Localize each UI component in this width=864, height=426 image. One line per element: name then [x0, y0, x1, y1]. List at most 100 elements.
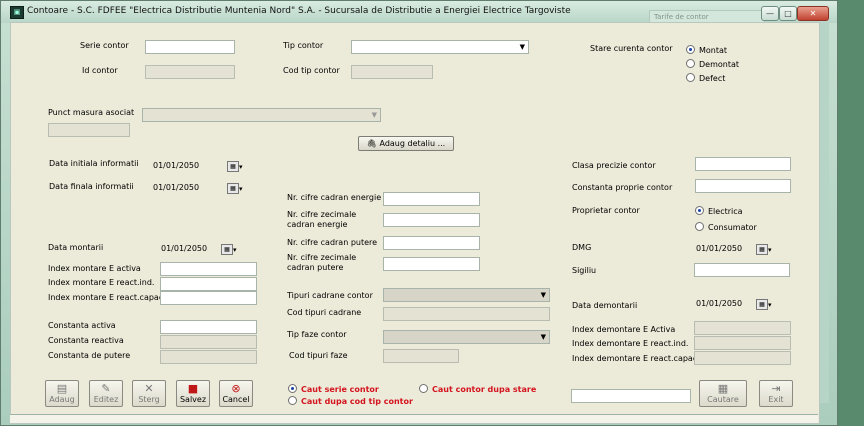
caut-serie-radio[interactable]: Caut serie contor [288, 384, 379, 395]
nr-zecimale-energie-input[interactable] [383, 213, 480, 227]
chevron-down-icon[interactable]: ▾ [768, 298, 772, 312]
data-finala-picker[interactable]: 01/01/2050 ▦ ▾ [149, 181, 249, 195]
cautare-label: Cautare [707, 395, 739, 404]
proprietar-electrica-label: Electrica [708, 207, 743, 216]
nr-zecimale-putere-input[interactable] [383, 257, 480, 271]
stare-defect-radio[interactable]: Defect [686, 73, 725, 84]
tip-faze-label: Tip faze contor [287, 330, 347, 339]
proprietar-electrica-radio[interactable]: Electrica [695, 206, 743, 217]
index-montare-react-capacit-input[interactable] [160, 291, 257, 305]
cancel-label: Cancel [222, 395, 250, 404]
index-montare-react-ind-input[interactable] [160, 277, 257, 291]
chevron-down-icon: ▼ [371, 111, 377, 119]
app-icon: ▣ [10, 6, 24, 19]
constanta-putere-input [160, 350, 257, 364]
chevron-down-icon[interactable]: ▾ [233, 243, 237, 257]
calendar-icon[interactable]: ▦ [756, 299, 768, 310]
constanta-proprie-input[interactable] [695, 179, 791, 193]
caut-serie-label: Caut serie contor [301, 385, 379, 394]
calendar-icon[interactable]: ▦ [227, 161, 239, 172]
chevron-down-icon[interactable]: ▾ [768, 243, 772, 257]
adaug-label: Adaug [49, 395, 75, 404]
cod-tipuri-cadrane-label: Cod tipuri cadrane [287, 308, 362, 317]
clasa-precizie-input[interactable] [695, 157, 791, 171]
index-montare-activa-label: Index montare E activa [48, 264, 141, 273]
title-bar[interactable]: ▣ Contoare - S.C. FDFEE "Electrica Distr… [1, 1, 837, 24]
data-montarii-picker[interactable]: 01/01/2050 ▦ ▾ [157, 242, 257, 256]
serie-contor-input[interactable] [145, 40, 235, 54]
maximize-icon[interactable]: □ [779, 6, 797, 21]
constanta-reactiva-label: Constanta reactiva [48, 336, 124, 345]
nr-cifre-energie-input[interactable] [383, 192, 480, 206]
calendar-icon[interactable]: ▦ [221, 244, 233, 255]
radio-checked-icon [288, 384, 297, 393]
constanta-activa-input[interactable] [160, 320, 257, 334]
clasa-precizie-label: Clasa precizie contor [572, 161, 656, 170]
chevron-down-icon[interactable]: ▾ [239, 160, 243, 174]
data-montarii-label: Data montarii [48, 243, 104, 252]
chevron-down-icon[interactable]: ▾ [239, 182, 243, 196]
tip-contor-select[interactable]: ▼ [351, 40, 529, 54]
window-title: Contoare - S.C. FDFEE "Electrica Distrib… [27, 6, 571, 16]
tip-contor-label: Tip contor [283, 41, 324, 50]
index-montare-activa-input[interactable] [160, 262, 257, 276]
sigiliu-input[interactable] [694, 263, 790, 277]
salvez-label: Salvez [179, 395, 207, 404]
cautare-button[interactable]: ▦ Cautare [699, 380, 747, 407]
exit-icon: ⇥ [771, 382, 781, 395]
calendar-icon[interactable]: ▦ [756, 244, 768, 255]
index-demontare-react-capacit-input [694, 351, 791, 365]
chevron-down-icon: ▼ [540, 291, 546, 299]
stare-curenta-label: Stare curenta contor [590, 44, 673, 53]
close-icon[interactable]: ✕ [797, 6, 829, 21]
calendar-icon[interactable]: ▦ [227, 183, 239, 194]
editez-button[interactable]: ✎ Editez [89, 380, 123, 407]
nr-zecimale-putere-label-2: cadran putere [287, 263, 344, 272]
adaug-detaliu-label: Adaug detaliu ... [379, 139, 446, 148]
dmg-picker[interactable]: 01/01/2050 ▦ ▾ [692, 242, 792, 256]
data-demontarii-picker[interactable]: 01/01/2050 ▦ ▾ [692, 297, 792, 311]
data-initiala-label: Data initiala informatii [49, 159, 139, 168]
dmg-label: DMG [572, 243, 592, 252]
search-icon: ▦ [717, 382, 729, 395]
cod-tip-contor-input [351, 65, 433, 79]
dmg-value: 01/01/2050 [696, 244, 743, 253]
constanta-proprie-label: Constanta proprie contor [572, 183, 673, 192]
search-input[interactable] [571, 389, 691, 403]
caut-cod-tip-radio[interactable]: Caut dupa cod tip contor [288, 396, 413, 407]
cancel-button[interactable]: ⊗ Cancel [219, 380, 253, 407]
exit-label: Exit [768, 395, 784, 404]
minimize-icon[interactable]: — [761, 6, 779, 21]
stare-demontat-radio[interactable]: Demontat [686, 59, 739, 70]
delete-icon: ✕ [144, 382, 154, 395]
sterg-button[interactable]: ✕ Sterg [132, 380, 166, 407]
tip-faze-select[interactable]: ▼ [383, 330, 550, 344]
caut-stare-label: Caut contor dupa stare [432, 385, 537, 394]
punct-masura-code-input [48, 123, 130, 137]
adaug-detaliu-button[interactable]: 🖇 Adaug detaliu ... [358, 136, 454, 151]
editez-label: Editez [93, 395, 119, 404]
add-detail-icon: 🖇 [366, 139, 380, 148]
chevron-down-icon: ▼ [540, 333, 546, 341]
proprietar-consumator-radio[interactable]: Consumator [695, 222, 757, 233]
index-demontare-activa-label: Index demontare E Activa [572, 325, 676, 334]
adaug-button[interactable]: ▤ Adaug [45, 380, 79, 407]
proprietar-consumator-label: Consumator [708, 223, 757, 232]
nr-zecimale-energie-label-1: Nr. cifre zecimale [287, 210, 357, 219]
stare-montat-radio[interactable]: Montat [686, 45, 727, 56]
data-initiala-picker[interactable]: 01/01/2050 ▦ ▾ [149, 159, 249, 173]
sterg-label: Sterg [138, 395, 160, 404]
data-finala-value: 01/01/2050 [153, 183, 200, 192]
radio-unchecked-icon [695, 222, 704, 231]
exit-button[interactable]: ⇥ Exit [759, 380, 793, 407]
salvez-button[interactable]: ■ Salvez [176, 380, 210, 407]
nr-cifre-putere-input[interactable] [383, 236, 480, 250]
index-demontare-react-ind-label: Index demontare E react.ind. [572, 339, 689, 348]
nr-zecimale-energie-label-2: cadran energie [287, 220, 348, 229]
punct-masura-select[interactable]: ▼ [142, 108, 381, 122]
cod-tipuri-cadrane-input [383, 307, 550, 321]
data-montarii-value: 01/01/2050 [161, 244, 208, 253]
tipuri-cadrane-select[interactable]: ▼ [383, 288, 550, 302]
caut-stare-radio[interactable]: Caut contor dupa stare [419, 384, 536, 395]
tipuri-cadrane-label: Tipuri cadrane contor [287, 291, 373, 300]
